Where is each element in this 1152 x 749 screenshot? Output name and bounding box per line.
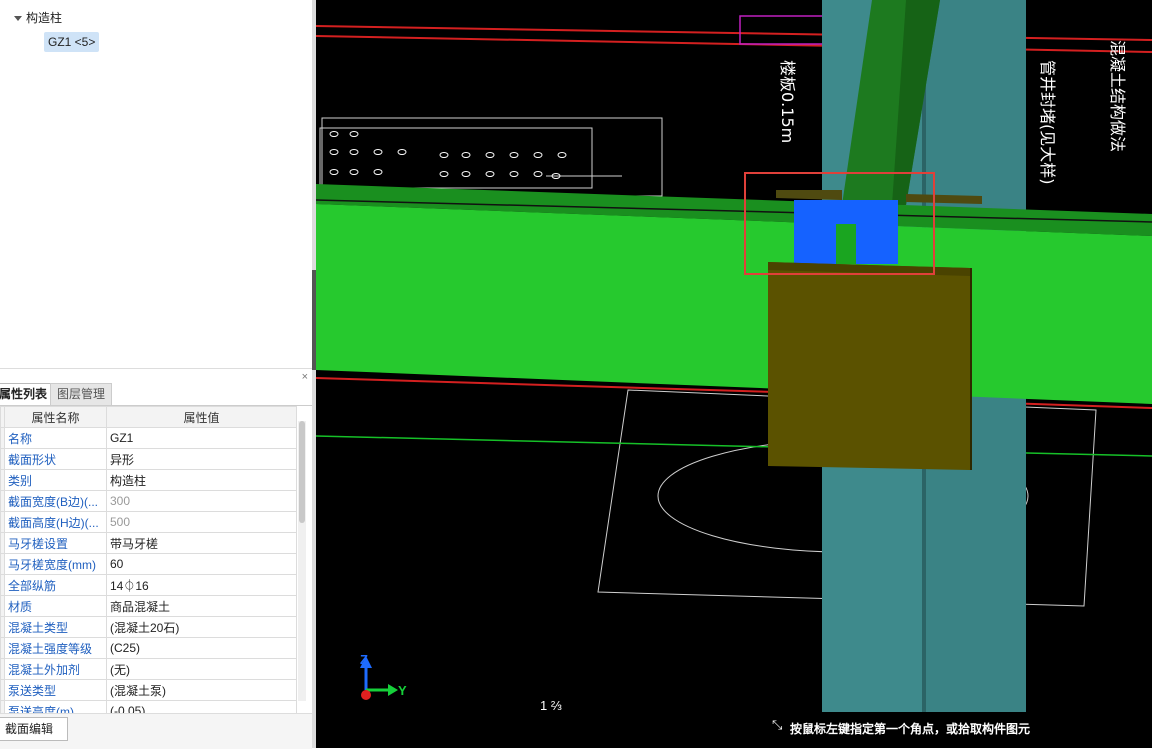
property-value-cell[interactable]: 异形 xyxy=(106,448,297,470)
axis-y-label: Y xyxy=(398,683,407,698)
property-value-cell[interactable]: 500 xyxy=(106,511,297,533)
property-value-cell[interactable]: (无) xyxy=(106,658,297,680)
tab-layer-management[interactable]: 图层管理 xyxy=(50,383,113,405)
table-row[interactable]: 马牙槎设置 带马牙槎 xyxy=(0,532,297,554)
property-value-cell[interactable]: (C25) xyxy=(106,637,297,659)
property-name-cell: 截面高度(H边)(... xyxy=(4,511,107,533)
property-value-cell[interactable]: GZ1 xyxy=(106,427,297,449)
cad-text-pipe-shaft: 管井封堵(见大样) xyxy=(1038,60,1057,185)
tree-node-gz1[interactable]: GZ1 <5> xyxy=(44,32,100,52)
close-icon[interactable]: × xyxy=(302,371,308,383)
property-value-cell[interactable]: 300 xyxy=(106,490,297,512)
scrollbar-thumb[interactable] xyxy=(299,421,305,523)
section-edit-button[interactable]: 截面编辑 xyxy=(0,717,69,741)
component-tree: 构造柱 GZ1 <5> xyxy=(0,0,312,368)
table-row[interactable]: 材质 商品混凝土 xyxy=(0,595,297,617)
table-row[interactable]: 马牙槎宽度(mm) 60 xyxy=(0,553,297,575)
table-row[interactable]: 类别 构造柱 xyxy=(0,469,297,491)
table-row[interactable]: 混凝土类型 (混凝土20石) xyxy=(0,616,297,638)
property-name-cell: 混凝土强度等级 xyxy=(4,637,107,659)
table-row[interactable]: 截面宽度(B边)(... 300 xyxy=(0,490,297,512)
property-scrollbar[interactable] xyxy=(298,421,306,701)
bottom-bar: 截面编辑 xyxy=(0,713,312,749)
table-row[interactable]: 泵送类型 (混凝土泵) xyxy=(0,679,297,701)
status-prompt: 按鼠标左键指定第一个角点，或拾取构件图元 xyxy=(790,722,1031,736)
cap-left xyxy=(776,190,842,200)
page-indicator: 1 ⅔ xyxy=(540,698,562,713)
table-row[interactable]: 混凝土外加剂 (无) xyxy=(0,658,297,680)
property-table: 属性名称 属性值 名称 GZ1 截面形状 异形 类别 构造柱 截面宽度(B边)(... 300… xyxy=(0,406,297,722)
property-value-cell[interactable]: 带马牙槎 xyxy=(106,532,297,554)
property-value-cell[interactable]: 商品混凝土 xyxy=(106,595,297,617)
property-value-cell[interactable]: 60 xyxy=(106,553,297,575)
rebar-block-bridge xyxy=(836,200,856,224)
table-row[interactable]: 全部纵筋 14⏀16 xyxy=(0,574,297,596)
property-name-cell: 类别 xyxy=(4,469,107,491)
property-value-cell[interactable]: (混凝土泵) xyxy=(106,679,297,701)
status-bar: 1 ⅔ ⤡ 按鼠标左键指定第一个角点，或拾取构件图元 xyxy=(316,698,1152,748)
left-pane: 构造柱 GZ1 <5> × 属性列表 图层管理 属性名称 属性值 名称 GZ1 截面… xyxy=(0,0,314,749)
table-row[interactable]: 截面高度(H边)(... 500 xyxy=(0,511,297,533)
property-rows: 名称 GZ1 截面形状 异形 类别 构造柱 截面宽度(B边)(... 300 截面高度(H边)(… xyxy=(0,427,297,722)
property-value-cell[interactable]: (混凝土20石) xyxy=(106,616,297,638)
property-name-cell: 材质 xyxy=(4,595,107,617)
property-name-cell: 马牙槎宽度(mm) xyxy=(4,553,107,575)
property-value-cell[interactable]: 14⏀16 xyxy=(106,574,297,596)
concrete-beam[interactable] xyxy=(316,204,1152,404)
rebar-gap xyxy=(836,224,856,264)
structural-column-block[interactable] xyxy=(768,262,970,470)
axis-origin xyxy=(361,690,371,700)
property-name-cell: 混凝土类型 xyxy=(4,616,107,638)
property-name-cell: 全部纵筋 xyxy=(4,574,107,596)
expand-caret-icon[interactable] xyxy=(14,16,22,22)
cursor-pick-icon: ⤡ xyxy=(772,717,783,732)
table-row[interactable]: 截面形状 异形 xyxy=(0,448,297,470)
property-name-cell: 截面宽度(B边)(... xyxy=(4,490,107,512)
table-row[interactable]: 混凝土强度等级 (C25) xyxy=(0,637,297,659)
cad-rect-inner xyxy=(319,127,593,189)
property-name-cell: 名称 xyxy=(4,427,107,449)
rebar-block-right[interactable] xyxy=(856,200,898,264)
axis-y-head xyxy=(388,684,398,696)
header-property-name: 属性名称 xyxy=(4,406,107,428)
property-name-cell: 截面形状 xyxy=(4,448,107,470)
property-name-cell: 泵送类型 xyxy=(4,679,107,701)
axis-z-label: Z xyxy=(360,652,368,667)
tree-node-label: 构造柱 xyxy=(26,11,63,25)
cad-text-floor-slab: 楼板0.15m xyxy=(778,60,797,143)
3d-viewport[interactable]: 楼板0.15m 管井封堵(见大样) 混凝土结构做法 Z Y 1 ⅔ ⤡ 按鼠标左… xyxy=(316,0,1152,748)
cad-green-axis-line xyxy=(316,435,1152,457)
cad-text-structure: 混凝土结构做法 xyxy=(1108,40,1127,152)
rebar-block-left[interactable] xyxy=(794,200,836,264)
property-panel: × 属性列表 图层管理 属性名称 属性值 名称 GZ1 截面形状 异形 类别 构造柱 截面宽… xyxy=(0,368,312,722)
tab-property-list[interactable]: 属性列表 xyxy=(0,383,55,405)
table-row[interactable]: 名称 GZ1 xyxy=(0,427,297,449)
cad-hole-dots xyxy=(329,131,567,179)
property-tabs: 属性列表 图层管理 xyxy=(0,383,312,406)
property-name-cell: 马牙槎设置 xyxy=(4,532,107,554)
header-property-value: 属性值 xyxy=(106,406,297,428)
table-header-row: 属性名称 属性值 xyxy=(0,406,297,428)
property-value-cell[interactable]: 构造柱 xyxy=(106,469,297,491)
tree-node-goujianzhu[interactable]: 构造柱 xyxy=(14,8,62,28)
column-block-edge xyxy=(970,268,972,470)
model-canvas[interactable]: 楼板0.15m 管井封堵(见大样) 混凝土结构做法 xyxy=(316,0,1152,748)
property-name-cell: 混凝土外加剂 xyxy=(4,658,107,680)
